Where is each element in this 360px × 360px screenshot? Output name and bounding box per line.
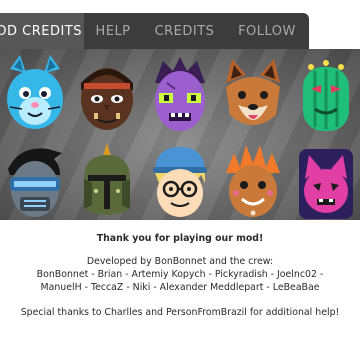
crew-list-line-2: ManuelH - TeccaZ - Niki - Alexander Medd…: [40, 282, 320, 293]
black-hair-visor-avatar: [0, 139, 70, 220]
green-cactus-avatar: [291, 53, 360, 135]
gingerbread-avatar: [218, 139, 288, 220]
tab-follow[interactable]: FOLLOW: [227, 13, 307, 49]
credits-title: Thank you for playing our mod!: [96, 233, 264, 244]
character-gallery: [0, 49, 360, 220]
brown-tribal-avatar: [72, 53, 142, 135]
purple-zombie-avatar: [145, 53, 215, 135]
tab-credits[interactable]: CREDITS: [142, 13, 227, 49]
special-thanks-text: Special thanks to Charlles and PersonFro…: [20, 307, 340, 318]
tab-help[interactable]: HELP: [84, 13, 142, 49]
blonde-cap-avatar: [145, 139, 215, 220]
tab-bar: OD CREDITS HELP CREDITS FOLLOW: [0, 13, 309, 49]
blue-bunny-avatar: [0, 53, 70, 135]
tab-mod-credits[interactable]: OD CREDITS: [0, 13, 84, 49]
developed-by-text: Developed by BonBonnet and the crew:: [86, 256, 274, 267]
pink-cat-avatar: [291, 139, 360, 220]
credits-panel: Thank you for playing our mod! Developed…: [0, 220, 360, 360]
green-knight-avatar: [72, 139, 142, 220]
fox-avatar: [218, 53, 288, 135]
crew-list-line-1: BonBonnet - Brian - Artemiy Kopych - Pic…: [36, 269, 324, 280]
